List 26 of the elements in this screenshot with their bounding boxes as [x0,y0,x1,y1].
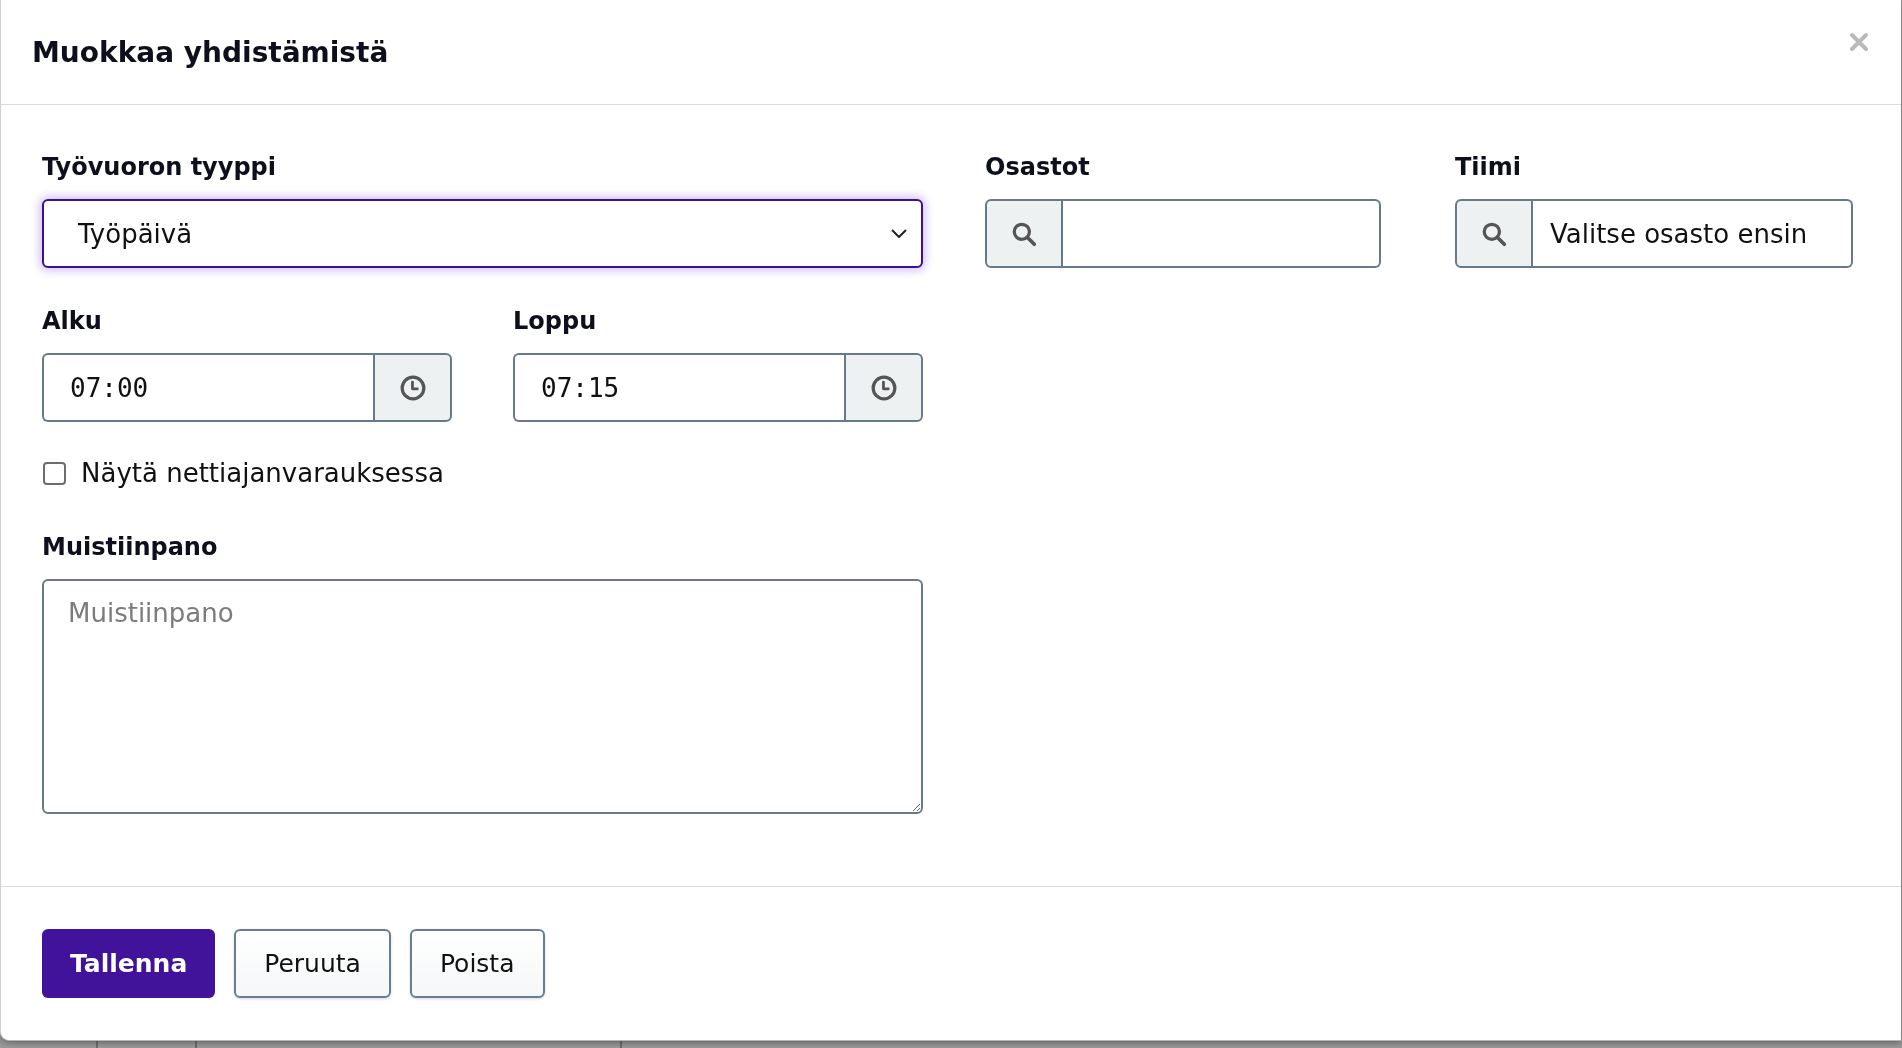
time-input[interactable]: 07:15 [513,353,844,422]
chevron-icon [891,228,907,239]
dropdown-field[interactable]: Työpäivä [42,199,923,268]
note-textarea[interactable]: Muistiinpano [42,579,923,814]
clock-button[interactable] [373,353,452,422]
action-button[interactable]: Poista [409,929,545,998]
field-label: Osastot [985,152,1090,182]
search-icon [1011,220,1037,247]
action-button[interactable]: Tallenna [42,929,216,998]
search-input[interactable]: Valitse osasto ensin [1533,199,1853,268]
search-input[interactable] [1063,199,1381,268]
action-button[interactable]: Peruuta [234,929,391,998]
search-icon [1481,220,1507,247]
field-label: Muistiinpano [42,532,218,562]
dialog-title: Muokkaa yhdistämistä [32,35,389,69]
clock-icon [870,374,897,401]
field-label: Tiimi [1455,152,1522,182]
field-label: Työvuoron tyyppi [42,152,276,182]
time-input[interactable]: 07:00 [42,353,373,422]
checkbox-label: Näytä nettiajanvarauksessa [81,458,444,488]
field-label: Alku [42,306,102,336]
field-label: Loppu [513,306,597,336]
checkbox[interactable] [43,461,66,485]
clock-button[interactable] [844,353,923,422]
clock-icon [399,374,426,401]
close-icon [1849,32,1869,52]
